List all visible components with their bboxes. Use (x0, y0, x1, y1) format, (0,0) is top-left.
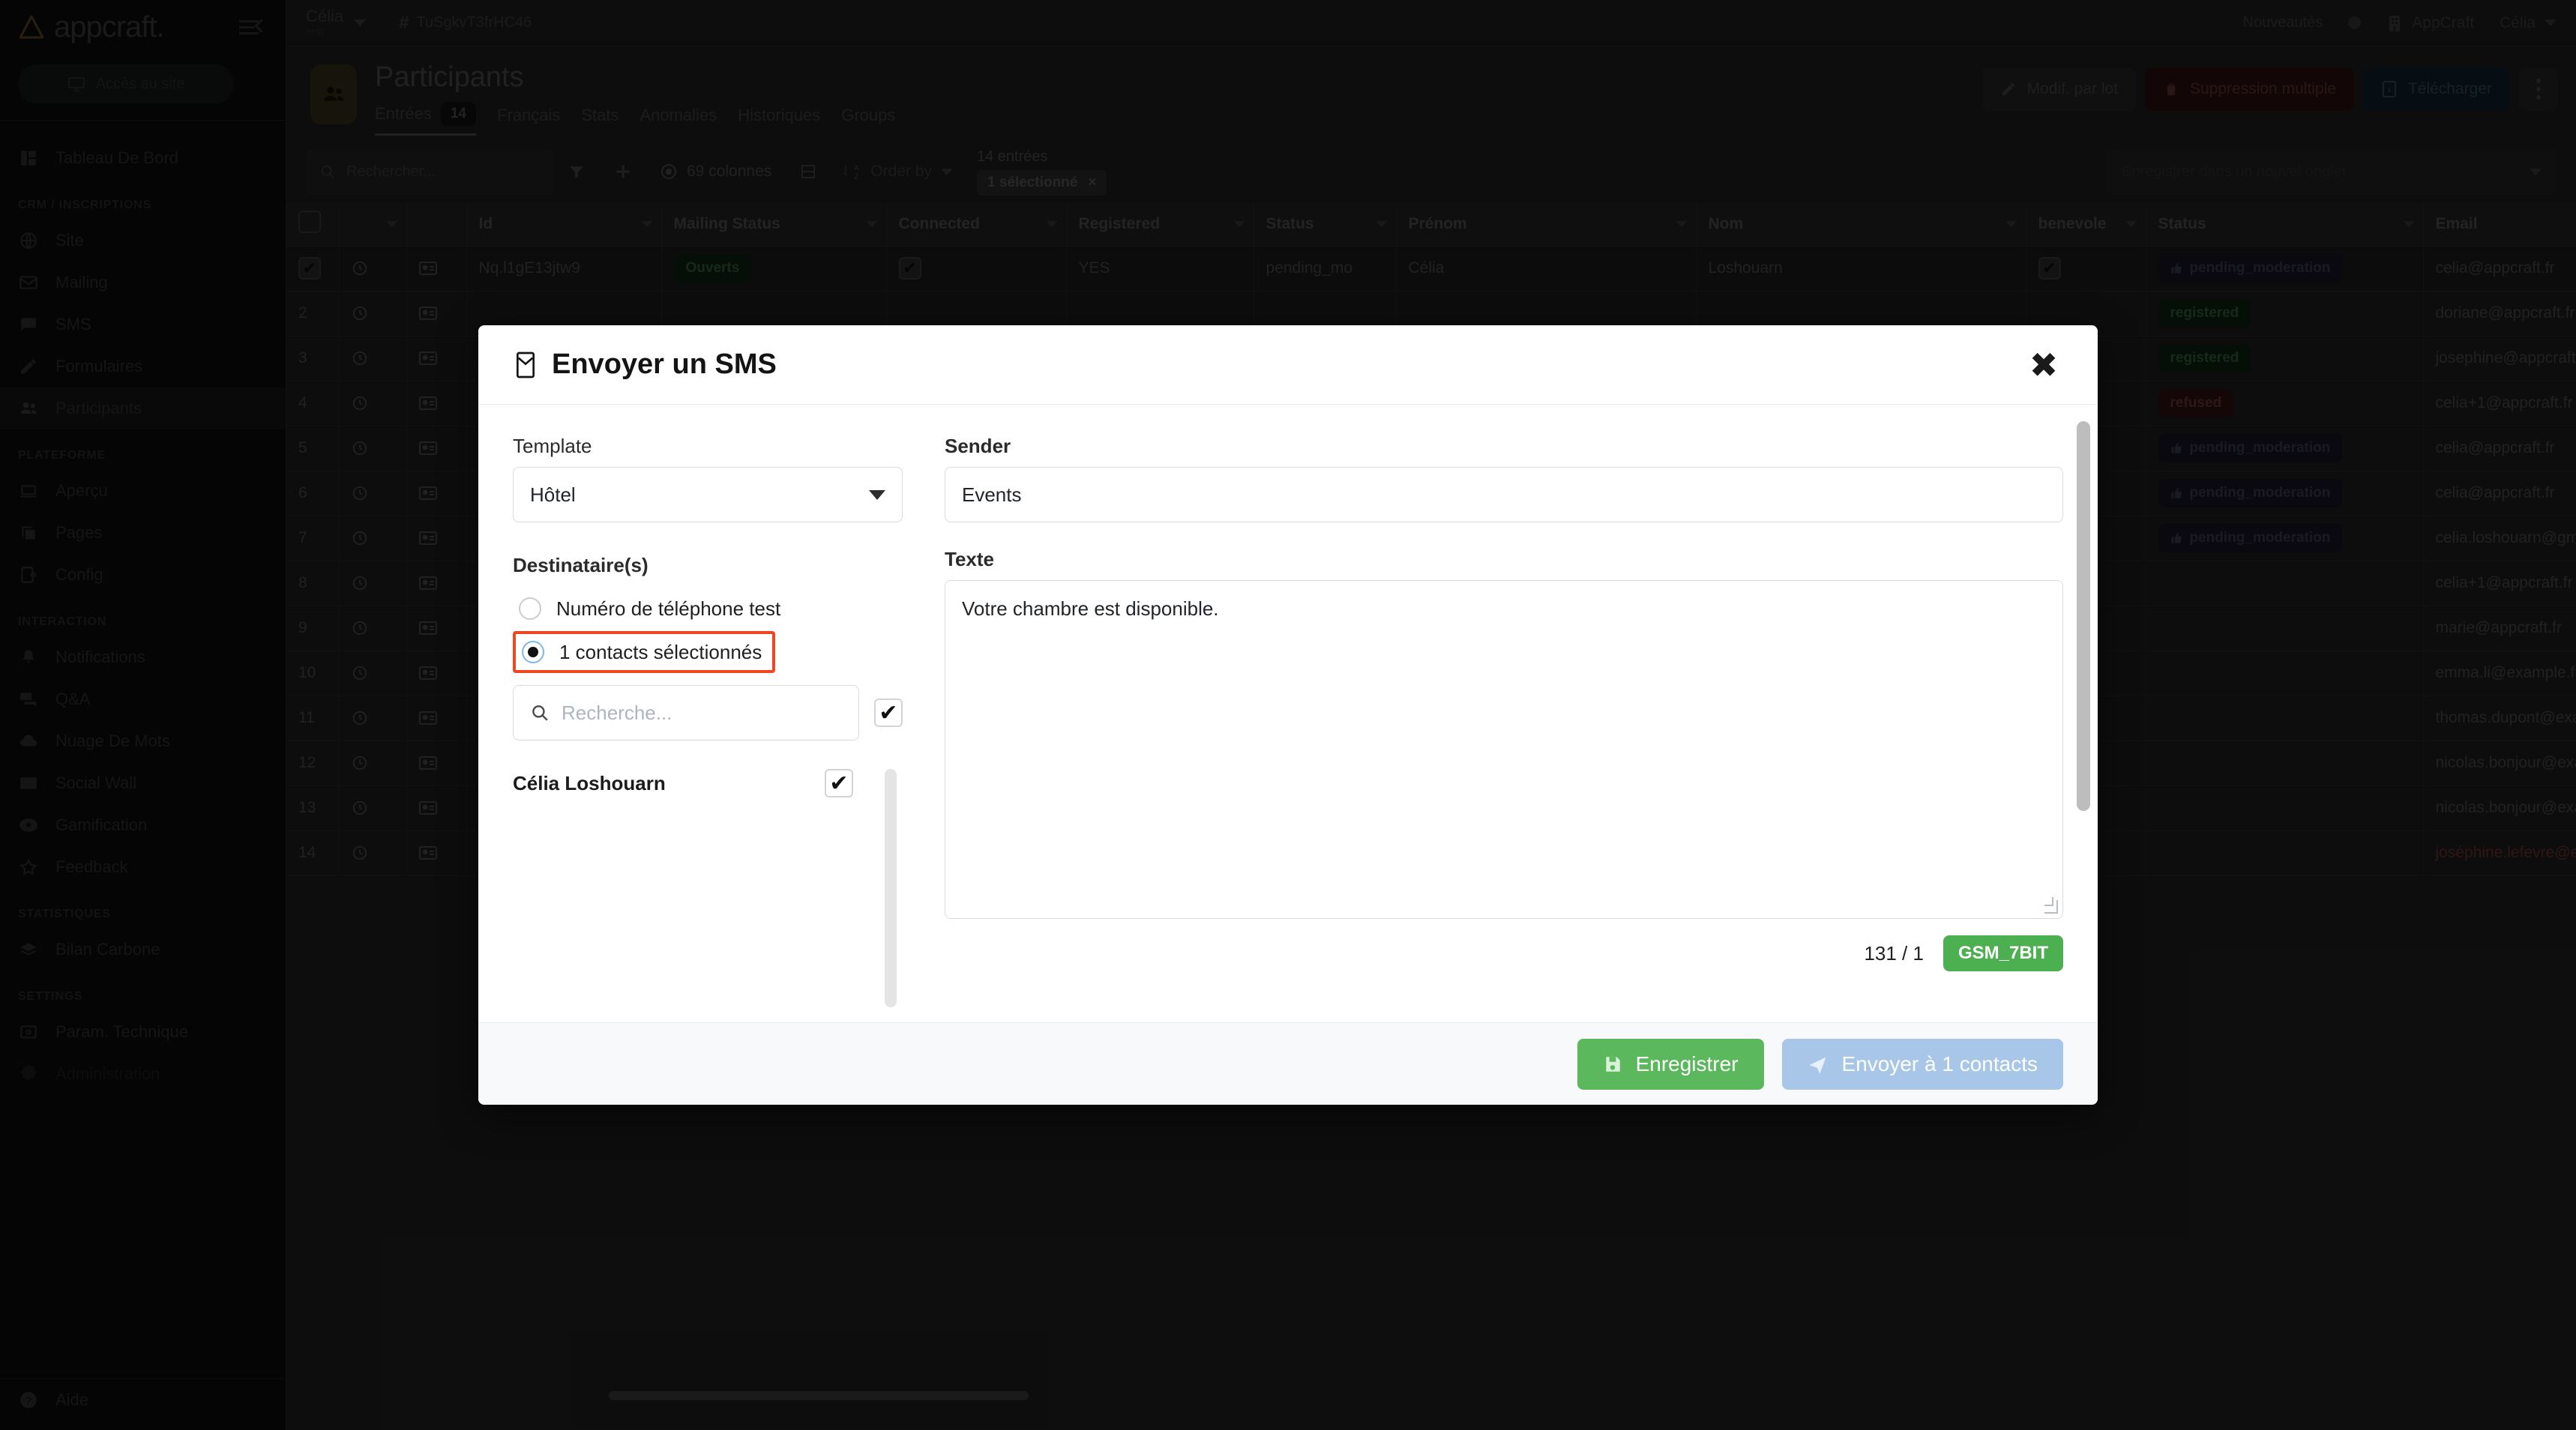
modal-right-column: Sender Events Texte Votre chambre est di… (945, 435, 2063, 1022)
sender-input[interactable]: Events (945, 467, 2063, 522)
contact-name: Célia Loshouarn (513, 771, 666, 794)
chevron-down-icon (869, 489, 885, 500)
radio-icon (519, 597, 541, 620)
radio-selected-contacts-label: 1 contacts sélectionnés (559, 640, 762, 663)
sms-text-value: Votre chambre est disponible. (962, 597, 1219, 620)
save-button[interactable]: Enregistrer (1577, 1038, 1764, 1090)
modal-title: Envoyer un SMS (513, 349, 777, 381)
contact-checkbox[interactable]: ✔ (825, 769, 853, 797)
radio-test-phone-label: Numéro de téléphone test (556, 597, 781, 620)
contacts-search-placeholder: Recherche... (562, 701, 672, 724)
character-counter-row: 131 / 1 GSM_7BIT (945, 935, 2063, 971)
save-button-label: Enregistrer (1635, 1052, 1739, 1075)
sms-icon (513, 350, 538, 380)
recipients-label: Destinataire(s) (513, 554, 648, 576)
search-icon (530, 703, 550, 722)
send-icon (1808, 1054, 1829, 1075)
resize-handle-icon[interactable] (2044, 897, 2058, 914)
send-button-label: Envoyer à 1 contacts (1841, 1052, 2038, 1075)
send-button[interactable]: Envoyer à 1 contacts (1781, 1038, 2063, 1090)
contacts-list: Célia Loshouarn ✔ (513, 763, 903, 1010)
radio-selected-contacts[interactable]: 1 contacts sélectionnés (513, 631, 776, 673)
save-icon (1603, 1055, 1622, 1074)
modal-left-column: Template Hôtel Destinataire(s) Numéro de… (513, 435, 903, 1022)
template-value: Hôtel (530, 483, 576, 506)
contacts-search-input[interactable]: Recherche... (513, 685, 859, 740)
contacts-search-row: Recherche... ✔ (513, 685, 903, 740)
contacts-list-scrollbar[interactable] (885, 769, 897, 1007)
send-sms-modal: Envoyer un SMS ✖ Template Hôtel Destinat… (478, 325, 2098, 1105)
modal-header: Envoyer un SMS ✖ (478, 325, 2098, 405)
character-counter: 131 / 1 (1864, 941, 1924, 965)
app-root: appcraft. Accès au site Tableau De Bord … (0, 0, 2576, 1430)
template-label: Template (513, 435, 592, 457)
sender-label: Sender (945, 435, 1011, 457)
modal-body: Template Hôtel Destinataire(s) Numéro de… (478, 405, 2098, 1022)
sender-value: Events (962, 483, 1022, 506)
radio-test-phone[interactable]: Numéro de téléphone test (513, 586, 903, 631)
encoding-badge: GSM_7BIT (1942, 935, 2063, 971)
sms-text-textarea[interactable]: Votre chambre est disponible. (945, 580, 2063, 919)
select-all-contacts-checkbox[interactable]: ✔ (874, 699, 903, 727)
modal-title-label: Envoyer un SMS (552, 349, 777, 380)
template-select[interactable]: Hôtel (513, 467, 903, 522)
modal-footer: Enregistrer Envoyer à 1 contacts (478, 1022, 2098, 1105)
text-label: Texte (945, 548, 994, 570)
list-item[interactable]: Célia Loshouarn ✔ (513, 763, 903, 803)
modal-scrollbar[interactable] (2077, 421, 2090, 811)
close-icon[interactable]: ✖ (2024, 346, 2063, 384)
radio-icon (522, 641, 544, 663)
